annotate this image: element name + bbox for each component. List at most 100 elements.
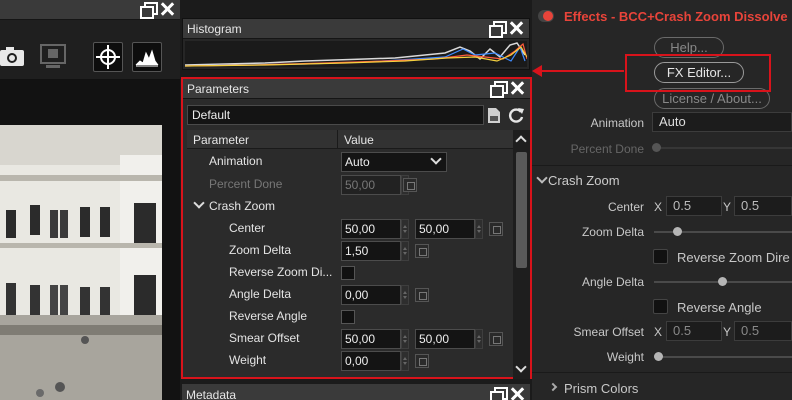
percent-done-label: Percent Done	[209, 177, 283, 191]
histogram-graph	[185, 41, 527, 67]
center-x-field[interactable]: 50,00	[341, 219, 401, 239]
chevron-right-icon[interactable]	[548, 382, 562, 394]
percent-done-label: Percent Done	[570, 142, 644, 156]
chevron-down-icon	[428, 153, 444, 170]
param-row-percent-done: Percent Done 50,00	[187, 174, 513, 196]
reverse-zoom-label: Reverse Zoom Dire	[677, 250, 790, 265]
restore-icon[interactable]	[489, 21, 507, 38]
column-value[interactable]: Value	[337, 130, 513, 149]
zoom-delta-field[interactable]: 1,50	[341, 241, 401, 261]
angle-delta-spinner[interactable]	[401, 285, 409, 305]
preview-image	[0, 125, 162, 400]
reverse-angle-checkbox[interactable]	[341, 310, 355, 324]
chevron-down-icon[interactable]	[515, 361, 527, 373]
crosshair-icon	[96, 45, 120, 69]
separator	[532, 165, 792, 166]
param-row-reverse-zoom: Reverse Zoom Di...	[187, 262, 513, 284]
restore-icon[interactable]	[490, 81, 508, 98]
save-preset-icon[interactable]	[487, 107, 501, 124]
smear-offset-reset[interactable]	[489, 332, 503, 346]
scope-button[interactable]	[132, 42, 162, 72]
separator	[532, 372, 792, 373]
param-row-zoom-delta: Zoom Delta 1,50	[187, 240, 513, 262]
smear-offset-y-axis: Y	[723, 325, 732, 339]
crash-zoom-section[interactable]: Crash Zoom	[548, 173, 620, 188]
reverse-angle-label: Reverse Angle	[677, 300, 762, 315]
reverse-angle-label: Reverse Angle	[229, 309, 308, 323]
center-reset[interactable]	[489, 222, 503, 236]
smear-offset-y-field[interactable]: 50,00	[415, 329, 475, 349]
smear-offset-label: Smear Offset	[229, 331, 300, 345]
chevron-up-icon[interactable]	[515, 134, 527, 147]
param-row-center: Center 50,00 50,00	[187, 218, 513, 240]
param-row-angle-delta: Angle Delta 0,00	[187, 284, 513, 306]
animation-dropdown[interactable]: Auto	[341, 152, 447, 172]
scrollbar-thumb[interactable]	[516, 152, 527, 268]
center-y-input[interactable]: 0.5	[734, 196, 792, 216]
viewer-panel	[0, 0, 180, 400]
param-row-smear-offset: Smear Offset 50,00 50,00	[187, 328, 513, 350]
zoom-delta-spinner[interactable]	[401, 241, 409, 261]
restore-icon[interactable]	[140, 2, 158, 19]
animation-value: Auto	[345, 155, 370, 169]
smear-offset-y-input[interactable]: 0.5	[734, 321, 792, 341]
center-x-spinner[interactable]	[401, 219, 409, 239]
toggle-knob	[543, 11, 553, 21]
weight-knob[interactable]	[654, 352, 663, 361]
center-y-spinner[interactable]	[475, 219, 483, 239]
smear-offset-label: Smear Offset	[573, 325, 644, 339]
zoom-delta-reset[interactable]	[415, 244, 429, 258]
close-icon[interactable]	[509, 21, 523, 35]
histogram-header: Histogram	[183, 19, 529, 39]
crosshair-button[interactable]	[93, 42, 123, 72]
close-icon[interactable]	[160, 2, 174, 16]
weight-reset[interactable]	[415, 354, 429, 368]
column-parameter[interactable]: Parameter	[187, 130, 337, 149]
center-x-input[interactable]: 0.5	[666, 196, 722, 216]
close-icon[interactable]	[510, 81, 524, 95]
percent-done-field: 50,00	[341, 175, 401, 195]
smear-offset-x-field[interactable]: 50,00	[341, 329, 401, 349]
reverse-zoom-checkbox[interactable]	[341, 266, 355, 280]
param-group-crash-zoom[interactable]: Crash Zoom	[187, 196, 513, 218]
preset-field[interactable]: Default	[187, 105, 484, 125]
inspector-title: Effects - BCC+Crash Zoom Dissolve	[564, 9, 788, 24]
center-label: Center	[607, 200, 644, 214]
close-icon[interactable]	[510, 387, 524, 400]
restore-icon[interactable]	[490, 387, 508, 400]
annotation-arrow-head	[532, 65, 542, 77]
viewer-header	[0, 0, 180, 20]
weight-slider[interactable]	[654, 356, 792, 358]
weight-field[interactable]: 0,00	[341, 351, 401, 371]
histogram-panel: Histogram	[182, 18, 530, 70]
parameters-scrollbar[interactable]	[513, 130, 530, 379]
center-y-field[interactable]: 50,00	[415, 219, 475, 239]
effect-toggle[interactable]	[538, 10, 554, 22]
metadata-title: Metadata	[186, 388, 237, 400]
weight-label: Weight	[229, 353, 267, 367]
chevron-down-icon[interactable]	[193, 197, 205, 211]
prism-colors-section[interactable]: Prism Colors	[564, 381, 638, 396]
smear-offset-x-axis: X	[654, 325, 663, 339]
reverse-angle-checkbox[interactable]	[653, 299, 668, 314]
smear-offset-x-spinner[interactable]	[401, 329, 409, 349]
smear-offset-y-spinner[interactable]	[475, 329, 483, 349]
camera-icon[interactable]	[0, 46, 26, 68]
weight-label: Weight	[606, 350, 644, 364]
animation-label: Animation	[209, 154, 263, 168]
angle-delta-reset[interactable]	[415, 288, 429, 302]
refresh-icon[interactable]	[507, 106, 525, 124]
angle-delta-field[interactable]: 0,00	[341, 285, 401, 305]
angle-delta-knob[interactable]	[718, 277, 727, 286]
snapshot-icon[interactable]	[40, 44, 66, 70]
param-row-weight: Weight 0,00	[187, 350, 513, 372]
zoom-delta-knob[interactable]	[673, 227, 682, 236]
parameters-title: Parameters	[187, 82, 250, 96]
percent-done-reset	[403, 178, 417, 192]
animation-select[interactable]: Auto	[652, 112, 792, 132]
percent-done-slider	[654, 147, 792, 149]
weight-spinner[interactable]	[401, 351, 409, 371]
smear-offset-x-input[interactable]: 0.5	[666, 321, 722, 341]
param-row-reverse-angle: Reverse Angle	[187, 306, 513, 328]
reverse-zoom-checkbox[interactable]	[653, 249, 668, 264]
